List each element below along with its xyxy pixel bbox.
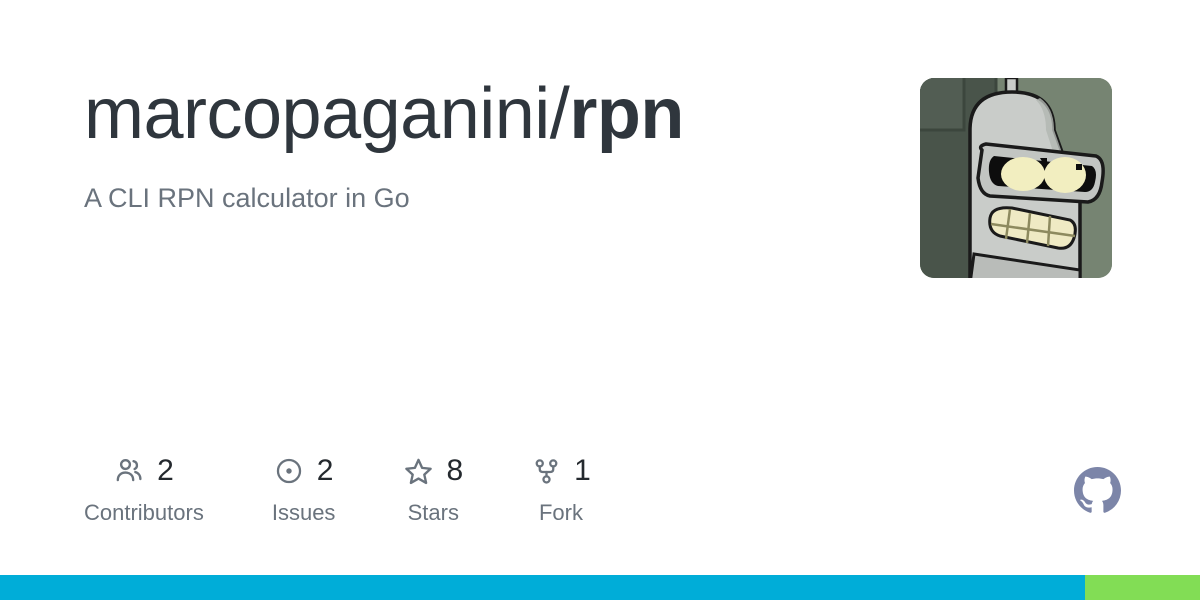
repository-stats: 2 Contributors 2 Issues 8 Stars 1 Fork — [84, 452, 659, 524]
avatar — [920, 78, 1112, 278]
stat-issues: 2 Issues — [272, 452, 336, 524]
repository-owner: marcopaganini — [84, 74, 550, 154]
language-segment-other — [1084, 575, 1200, 600]
issue-opened-icon — [274, 456, 304, 486]
people-icon — [114, 456, 144, 486]
repo-forked-icon — [531, 456, 561, 486]
language-bar — [0, 575, 1200, 600]
github-logo — [1074, 467, 1121, 514]
stat-contributors-label: Contributors — [84, 500, 204, 525]
stat-issues-value-row: 2 — [274, 452, 334, 490]
stat-contributors: 2 Contributors — [84, 452, 204, 524]
language-segment-go — [0, 575, 1085, 600]
star-icon — [403, 456, 433, 486]
stat-issues-count: 2 — [316, 454, 334, 487]
stat-forks-count: 1 — [574, 454, 591, 487]
github-repository-social-preview-card: marcopaganini/rpn A CLI RPN calculator i… — [0, 0, 1200, 600]
stat-stars-value-row: 8 — [403, 452, 463, 490]
repository-name-separator: / — [549, 74, 570, 154]
stat-contributors-count: 2 — [157, 454, 174, 487]
stat-issues-label: Issues — [271, 500, 336, 525]
stat-forks-label: Fork — [538, 500, 583, 525]
stat-contributors-value-row: 2 — [114, 452, 174, 490]
stat-forks: 1 Fork — [531, 452, 591, 524]
repository-name: rpn — [569, 74, 684, 154]
stat-stars-count: 8 — [446, 454, 464, 487]
stat-stars-label: Stars — [407, 500, 459, 525]
github-octocat-icon — [1074, 467, 1121, 513]
bender-robot-avatar — [920, 78, 1112, 278]
stat-stars: 8 Stars — [403, 452, 463, 524]
stat-forks-value-row: 1 — [531, 452, 591, 490]
